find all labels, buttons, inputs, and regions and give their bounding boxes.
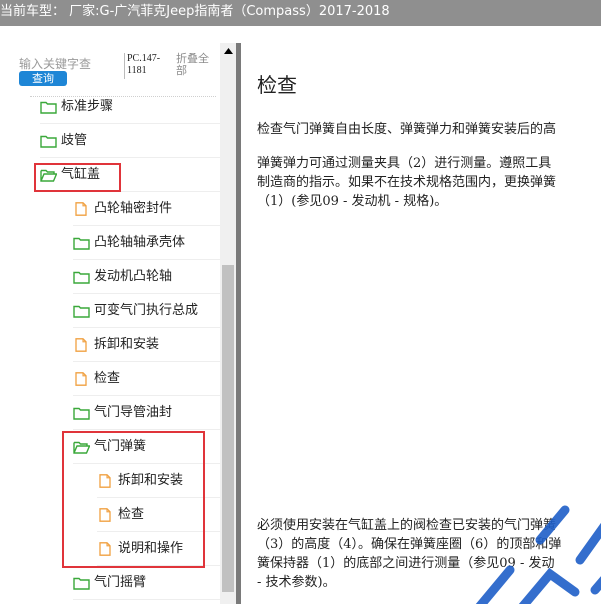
doc-paragraph-2-line-2: 制造商的指示。如果不在技术规格范围内，更换弹簧 bbox=[257, 175, 557, 190]
tree-item-label: 拆卸和安装 bbox=[94, 336, 160, 352]
tree-item-label: 说明和操作 bbox=[118, 540, 184, 556]
tree-item[interactable]: 发动机凸轮轴 bbox=[73, 260, 236, 294]
search-area: 查询 PC.147-1181 折叠全部 bbox=[0, 43, 220, 97]
folder-closed-icon bbox=[40, 100, 57, 114]
folder-closed-icon bbox=[73, 406, 90, 420]
document-icon bbox=[73, 201, 90, 216]
watermark-icon bbox=[475, 505, 601, 604]
tree-item-label: 拆卸和安装 bbox=[118, 472, 184, 488]
folder-open-icon bbox=[73, 440, 91, 454]
tree-item[interactable]: 可变气门执行总成 bbox=[73, 294, 236, 328]
folder-closed-icon bbox=[73, 576, 90, 590]
tree-item-label: 检查 bbox=[118, 506, 145, 522]
tree-item-label: 可变气门执行总成 bbox=[94, 302, 199, 318]
folder-closed-icon bbox=[40, 134, 57, 148]
tree-item-label: 标准步骤 bbox=[61, 98, 114, 114]
tree-item[interactable]: 歧管 bbox=[40, 124, 236, 158]
folder-closed-icon bbox=[73, 236, 90, 250]
tree-scrollbar[interactable] bbox=[220, 43, 236, 604]
tree-item[interactable]: 检查 bbox=[97, 498, 236, 532]
tree-item-label: 凸轮轴轴承壳体 bbox=[94, 234, 186, 250]
query-button[interactable]: 查询 bbox=[19, 71, 67, 86]
document-icon bbox=[97, 541, 114, 556]
document-icon bbox=[97, 473, 114, 488]
title-bar: 当前车型： 厂家:G-广汽菲克Jeep指南者（Compass）2017-2018 bbox=[0, 0, 601, 26]
folder-closed-icon bbox=[73, 304, 90, 318]
document-heading: 检查 bbox=[257, 73, 297, 97]
tree-item-label: 气门导管油封 bbox=[94, 404, 173, 420]
title-bar-text: 当前车型： 厂家:G-广汽菲克Jeep指南者（Compass）2017-2018 bbox=[0, 4, 390, 19]
pc-code-label: PC.147-1181 bbox=[124, 53, 168, 79]
tree-item-label: 气门摇臂 bbox=[94, 574, 147, 590]
toolbar-spacer bbox=[0, 26, 601, 43]
tree-item-label: 发动机凸轮轴 bbox=[94, 268, 173, 284]
document-icon bbox=[73, 371, 90, 386]
folder-closed-icon bbox=[73, 270, 90, 284]
tree-item[interactable]: 凸轮轴密封件 bbox=[73, 192, 236, 226]
document-icon bbox=[73, 337, 90, 352]
scroll-up-arrow-icon[interactable] bbox=[220, 43, 236, 59]
tree-item[interactable]: 拆卸和安装 bbox=[97, 464, 236, 498]
search-input[interactable] bbox=[19, 55, 95, 72]
doc-paragraph-2-line-1: 弹簧弹力可通过测量夹具（2）进行测量。遵照工具 bbox=[257, 156, 552, 171]
tree-item-label: 凸轮轴密封件 bbox=[94, 200, 173, 216]
doc-paragraph-1: 检查气门弹簧自由长度、弹簧弹力和弹簧安装后的高 bbox=[257, 122, 557, 137]
tree-item-label: 检查 bbox=[94, 370, 121, 386]
scroll-thumb[interactable] bbox=[222, 265, 234, 592]
document-icon bbox=[97, 507, 114, 522]
tree-item[interactable]: 检查 bbox=[73, 362, 236, 396]
doc-paragraph-3-line-4: - 技术参数)。 bbox=[257, 575, 336, 590]
catalog-panel: 查询 PC.147-1181 折叠全部 标准步骤歧管气缸盖凸轮轴密封件凸轮轴轴承… bbox=[0, 43, 236, 604]
tree-item[interactable]: 气门摇臂 bbox=[73, 566, 236, 600]
tree-item[interactable]: 气门导管油封 bbox=[73, 396, 236, 430]
tree-item-label: 气门弹簧 bbox=[94, 438, 147, 454]
tree-item[interactable]: 气缸盖 bbox=[40, 158, 236, 192]
tree-item[interactable]: 气门弹簧 bbox=[73, 430, 236, 464]
doc-paragraph-2-line-3: （1）(参见09 - 发动机 - 规格)。 bbox=[257, 194, 448, 209]
tree-item-label: 歧管 bbox=[61, 132, 88, 148]
collapse-all-button[interactable]: 折叠全部 bbox=[176, 53, 216, 77]
tree-item[interactable]: 说明和操作 bbox=[97, 532, 236, 566]
tree-item[interactable]: 凸轮轴轴承壳体 bbox=[73, 226, 236, 260]
tree-item[interactable]: 拆卸和安装 bbox=[73, 328, 236, 362]
tree-item-label: 气缸盖 bbox=[61, 166, 101, 182]
folder-open-icon bbox=[40, 168, 58, 182]
tree-item[interactable]: 标准步骤 bbox=[40, 90, 236, 124]
